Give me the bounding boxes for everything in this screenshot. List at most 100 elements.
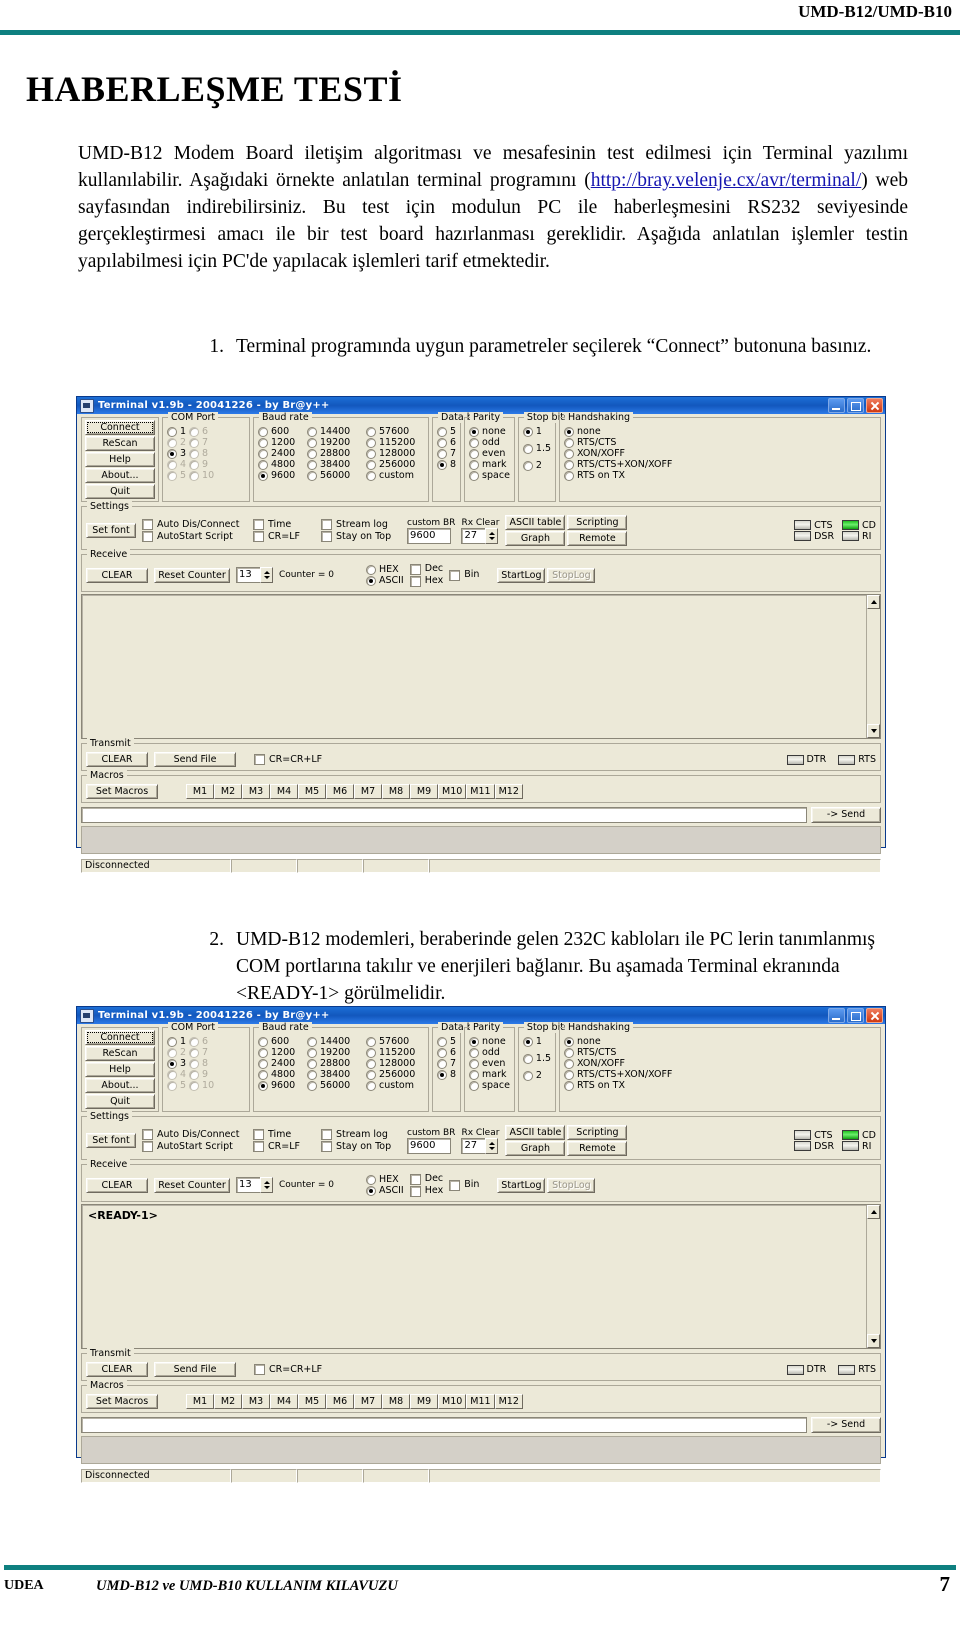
receive-clear-button[interactable]: CLEAR <box>86 1177 148 1193</box>
scroll-down-arrow-icon[interactable] <box>867 724 880 738</box>
radio-baud-1200[interactable]: 1200 <box>258 437 304 448</box>
minimize-button[interactable] <box>828 1008 845 1023</box>
scrollbar[interactable] <box>866 1205 880 1348</box>
terminal-window-1[interactable]: Terminal v1.9b - 20041226 - by Br@y++ Con… <box>76 396 886 873</box>
ascii-table-button[interactable]: ASCII table <box>505 1125 566 1140</box>
macro-button-m5[interactable]: M5 <box>298 1394 326 1409</box>
checkbox-box[interactable] <box>409 1173 421 1185</box>
spinner-arrows[interactable] <box>260 1177 273 1193</box>
radio-baud-256000[interactable]: 256000 <box>366 459 424 470</box>
macro-button-m2[interactable]: M2 <box>214 784 242 799</box>
transmit-clear-button[interactable]: CLEAR <box>86 1362 148 1377</box>
radio-stopbits-1[interactable]: 1 <box>522 426 551 437</box>
spinner-up-icon[interactable] <box>263 1181 270 1184</box>
macro-button-m12[interactable]: M12 <box>494 1394 523 1409</box>
radio-baud-57600[interactable]: 57600 <box>366 1036 424 1047</box>
checkbox-box[interactable] <box>142 519 153 530</box>
set-font-button[interactable]: Set font <box>86 523 136 538</box>
radio-com-1[interactable]: 1 <box>167 1036 186 1047</box>
radio-databits-7[interactable]: 7 <box>437 1058 456 1069</box>
send-file-button[interactable]: Send File <box>154 752 236 767</box>
counter-spinner[interactable]: 13 <box>236 567 273 583</box>
receive-console[interactable] <box>81 594 881 739</box>
radio-handshake-RTSCTSXONXOFF[interactable]: RTS/CTS+XON/XOFF <box>564 1069 876 1080</box>
radio-receive-ascii[interactable]: ASCII <box>365 1185 404 1196</box>
scroll-up-arrow-icon[interactable] <box>867 1205 880 1219</box>
checkbox-crcrlf[interactable]: CR=CR+LF <box>254 1364 322 1376</box>
macro-button-m6[interactable]: M6 <box>326 1394 354 1409</box>
radio-baud-128000[interactable]: 128000 <box>366 1058 424 1069</box>
radio-parity-odd[interactable]: odd <box>469 1047 510 1058</box>
radio-databits-6[interactable]: 6 <box>437 437 456 448</box>
macro-button-m4[interactable]: M4 <box>270 1394 298 1409</box>
checkbox-box[interactable] <box>254 754 265 765</box>
spinner-arrows[interactable] <box>260 567 273 583</box>
button-connect[interactable]: Connect <box>85 1030 155 1045</box>
macro-button-m9[interactable]: M9 <box>410 784 438 799</box>
checkbox-box[interactable] <box>253 1141 264 1152</box>
transmit-clear-button[interactable]: CLEAR <box>86 752 148 767</box>
scrollbar[interactable] <box>866 595 880 738</box>
radio-handshake-RTSCTS[interactable]: RTS/CTS <box>564 437 876 448</box>
radio-parity-none[interactable]: none <box>469 1036 510 1047</box>
radio-baud-600[interactable]: 600 <box>258 1036 304 1047</box>
rx-clear-input[interactable]: 27 <box>461 527 486 544</box>
radio-baud-14400[interactable]: 14400 <box>307 1036 363 1047</box>
button-about[interactable]: About... <box>85 468 155 483</box>
checkbox-time[interactable]: Time <box>253 519 315 531</box>
radio-stopbits-2[interactable]: 2 <box>522 460 551 471</box>
radio-stopbits-1[interactable]: 1 <box>522 1036 551 1047</box>
button-rescan[interactable]: ReScan <box>85 436 155 451</box>
radio-baud-2400[interactable]: 2400 <box>258 448 304 459</box>
terminal-download-link[interactable]: http://bray.velenje.cx/avr/terminal/ <box>591 170 862 191</box>
radio-baud-28800[interactable]: 28800 <box>307 1058 363 1069</box>
receive-console[interactable]: <READY-1> <box>81 1204 881 1349</box>
radio-databits-6[interactable]: 6 <box>437 1047 456 1058</box>
radio-databits-5[interactable]: 5 <box>437 426 456 437</box>
checkbox-stayontop[interactable]: Stay on Top <box>321 1141 401 1153</box>
maximize-button[interactable] <box>847 1008 864 1023</box>
macro-button-m11[interactable]: M11 <box>466 1394 495 1409</box>
button-quit[interactable]: Quit <box>85 1094 155 1109</box>
checkbox-crlf[interactable]: CR=LF <box>253 1141 315 1153</box>
radio-receive-ascii[interactable]: ASCII <box>365 575 404 586</box>
set-macros-button[interactable]: Set Macros <box>86 784 158 799</box>
button-quit[interactable]: Quit <box>85 484 155 499</box>
send-button[interactable]: -> Send <box>811 1417 881 1433</box>
set-font-button[interactable]: Set font <box>86 1133 136 1148</box>
radio-receive-hex[interactable]: HEX <box>365 564 404 575</box>
button-connect[interactable]: Connect <box>85 420 155 435</box>
spinner-down-icon[interactable] <box>488 1146 495 1150</box>
reset-counter-button[interactable]: Reset Counter <box>154 1177 230 1193</box>
minimize-button[interactable] <box>828 398 845 413</box>
counter-input[interactable]: 13 <box>236 567 260 583</box>
radio-com-1[interactable]: 1 <box>167 426 186 437</box>
macro-button-m3[interactable]: M3 <box>242 784 270 799</box>
radio-databits-5[interactable]: 5 <box>437 1036 456 1047</box>
checkbox-box[interactable] <box>409 563 421 575</box>
radio-baud-19200[interactable]: 19200 <box>307 1047 363 1058</box>
checkbox-box[interactable] <box>321 519 332 530</box>
radio-handshake-XONXOFF[interactable]: XON/XOFF <box>564 1058 876 1069</box>
radio-handshake-none[interactable]: none <box>564 426 876 437</box>
checkbox-box[interactable] <box>409 1185 421 1197</box>
checkbox-dec[interactable]: Dec <box>409 1173 443 1185</box>
macro-button-m1[interactable]: M1 <box>186 1394 214 1409</box>
radio-com-3[interactable]: 3 <box>167 1058 186 1069</box>
checkbox-box[interactable] <box>321 1141 332 1152</box>
radio-baud-9600[interactable]: 9600 <box>258 470 304 481</box>
radio-baud-28800[interactable]: 28800 <box>307 448 363 459</box>
radio-baud-600[interactable]: 600 <box>258 426 304 437</box>
checkbox-box[interactable] <box>253 1129 264 1140</box>
radio-baud-custom[interactable]: custom <box>366 470 424 481</box>
radio-baud-38400[interactable]: 38400 <box>307 1069 363 1080</box>
counter-input[interactable]: 13 <box>236 1177 260 1193</box>
maximize-button[interactable] <box>847 398 864 413</box>
checkbox-box[interactable] <box>449 1179 461 1191</box>
checkbox-crlf[interactable]: CR=LF <box>253 531 315 543</box>
radio-baud-4800[interactable]: 4800 <box>258 459 304 470</box>
spinner-up-icon[interactable] <box>488 531 495 535</box>
button-help[interactable]: Help <box>85 1062 155 1077</box>
checkbox-bin[interactable]: Bin <box>449 1179 479 1191</box>
radio-baud-9600[interactable]: 9600 <box>258 1080 304 1091</box>
